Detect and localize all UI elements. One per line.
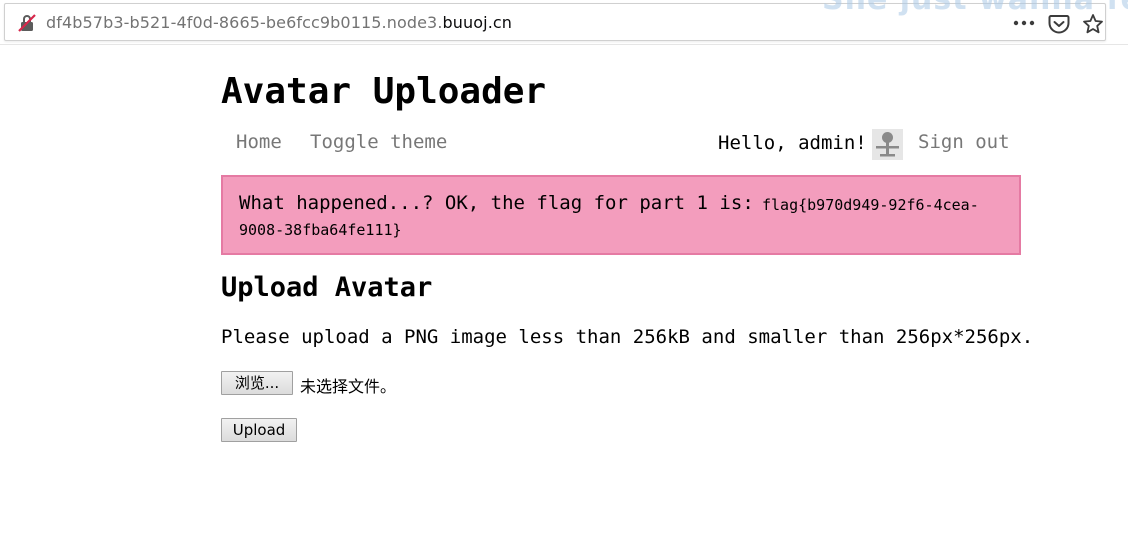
more-icon[interactable] xyxy=(1012,15,1036,31)
url-text[interactable]: df4b57b3-b521-4f0d-8665-be6fcc9b0115.nod… xyxy=(46,13,512,32)
nav-bar: Home Toggle theme Hello, admin! Sign out xyxy=(221,127,1021,161)
toolbar-divider xyxy=(0,44,1128,45)
insecure-lock-icon[interactable] xyxy=(17,13,37,33)
no-file-selected-text: 未选择文件。 xyxy=(300,377,397,396)
nav-home-link[interactable]: Home xyxy=(236,131,282,153)
nav-sign-out-link[interactable]: Sign out xyxy=(918,131,1010,153)
upload-button[interactable]: Upload xyxy=(221,418,297,442)
url-domain: buuoj.cn xyxy=(442,13,513,32)
browser-toolbar: df4b57b3-b521-4f0d-8665-be6fcc9b0115.nod… xyxy=(0,0,1128,44)
browse-button[interactable]: 浏览... xyxy=(221,371,293,395)
flag-alert: What happened...? OK, the flag for part … xyxy=(221,175,1021,255)
pocket-icon[interactable] xyxy=(1048,14,1070,34)
upload-heading: Upload Avatar xyxy=(221,272,433,303)
overlay-caption: She just wanna fee xyxy=(822,0,1128,17)
flag-value-line1: flag{b970d949-92f6-4cea- xyxy=(762,196,979,214)
greeting-text: Hello, admin! xyxy=(718,132,867,154)
alert-message-text: What happened...? OK, the flag for part … xyxy=(239,192,754,214)
nav-toggle-theme-link[interactable]: Toggle theme xyxy=(310,131,447,153)
alert-message: What happened...? OK, the flag for part … xyxy=(239,192,979,214)
flag-value-line2: 9008-38fba64fe111} xyxy=(239,221,402,239)
upload-instructions: Please upload a PNG image less than 256k… xyxy=(221,326,1034,348)
url-subdomain: df4b57b3-b521-4f0d-8665-be6fcc9b0115.nod… xyxy=(46,13,443,32)
site-title: Avatar Uploader xyxy=(221,71,547,112)
user-avatar xyxy=(872,129,903,160)
